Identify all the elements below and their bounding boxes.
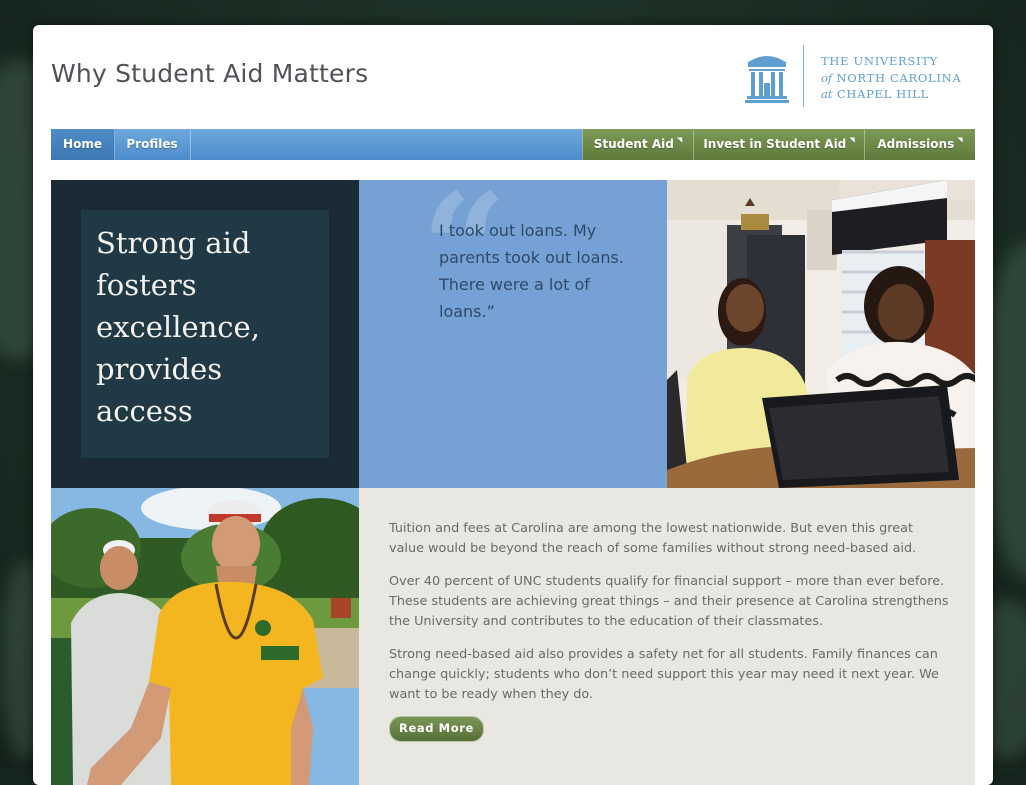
tagline-box: Strong aid fosters excellence, provides …	[81, 210, 329, 458]
nav-admissions-label: Admissions	[877, 137, 955, 151]
nav-profiles[interactable]: Profiles	[114, 129, 191, 160]
student-quote: I took out loans. My parents took out lo…	[439, 221, 624, 321]
dropdown-indicator-icon: ◥	[676, 136, 683, 144]
old-well-icon	[745, 56, 789, 103]
photo-father-and-son-farm	[51, 488, 359, 785]
tagline-panel: Strong aid fosters excellence, provides …	[51, 180, 359, 488]
main-nav: Home Profiles Student Aid ◥ Invest in Stu…	[51, 129, 975, 160]
logo-wordmark: THE UNIVERSITY of NORTH CAROLINA at CHAP…	[821, 53, 961, 103]
quote-panel: “ I took out loans. My parents took out …	[359, 174, 667, 488]
logo-line-3-prefix: at	[821, 87, 833, 101]
logo-divider	[803, 45, 804, 107]
nav-home[interactable]: Home	[51, 129, 115, 160]
content-grid: Strong aid fosters excellence, provides …	[51, 174, 975, 785]
logo-line-2-text: NORTH CAROLINA	[836, 70, 962, 85]
site-title[interactable]: Why Student Aid Matters	[51, 59, 368, 88]
nav-student-aid[interactable]: Student Aid ◥	[582, 129, 694, 160]
logo-line-2: of NORTH CAROLINA	[821, 70, 961, 87]
dropdown-indicator-icon: ◥	[849, 136, 855, 144]
logo-line-2-prefix: of	[821, 70, 833, 85]
nav-invest-label: Invest in Student Aid	[703, 137, 847, 151]
nav-student-aid-label: Student Aid	[593, 137, 674, 151]
logo-line-3-text: CHAPEL HILL	[836, 87, 929, 101]
read-more-button[interactable]: Read More	[389, 716, 484, 742]
logo-line-3: at CHAPEL HILL	[821, 86, 961, 103]
nav-admissions[interactable]: Admissions ◥	[864, 129, 975, 160]
page-container: Why Student Aid Matters THE UNIVERSITY o…	[33, 25, 993, 785]
intro-paragraph-1: Tuition and fees at Carolina are among t…	[389, 521, 917, 556]
intro-paragraph-3: Strong need-based aid also provides a sa…	[389, 647, 939, 702]
nav-invest-in-student-aid[interactable]: Invest in Student Aid ◥	[693, 129, 865, 160]
hero-tagline: Strong aid fosters excellence, provides …	[96, 226, 260, 428]
logo-line-1: THE UNIVERSITY	[821, 54, 938, 68]
intro-paragraph-2: Over 40 percent of UNC students qualify …	[389, 574, 949, 629]
dropdown-indicator-icon: ◥	[957, 136, 963, 144]
unc-logo[interactable]: THE UNIVERSITY of NORTH CAROLINA at CHAP…	[745, 45, 975, 109]
photo-student-and-mother	[667, 180, 975, 488]
intro-text-panel: Tuition and fees at Carolina are among t…	[359, 488, 975, 785]
